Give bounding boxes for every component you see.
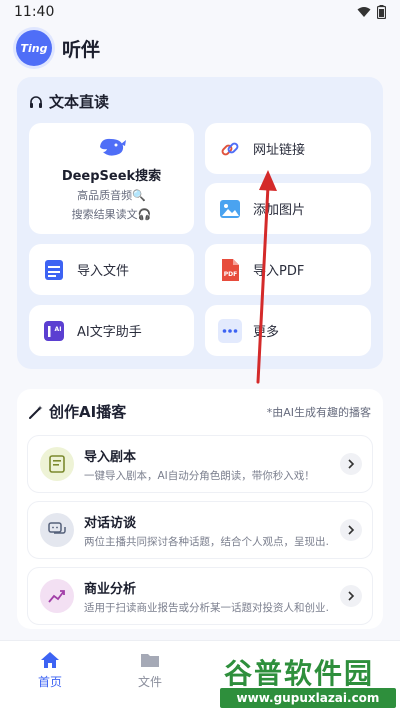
chevron-right-icon bbox=[340, 453, 362, 475]
nav-home[interactable]: 首页 bbox=[20, 651, 80, 690]
add-image-tile[interactable]: 添加图片 bbox=[205, 183, 371, 234]
wifi-icon bbox=[357, 7, 371, 17]
battery-icon bbox=[377, 5, 386, 19]
link-icon bbox=[217, 136, 243, 162]
section-title-reading: 文本直读 bbox=[29, 91, 109, 112]
dialogue-interview-desc: 两位主播共同探讨各种话题，结合个人观点，呈现出… bbox=[84, 535, 330, 548]
pdf-badge-text: PDF bbox=[224, 271, 237, 278]
import-script-item[interactable]: 导入剧本 一键导入剧本，AI自动分角色朗读，带你秒入戏！ bbox=[27, 435, 373, 493]
business-analysis-desc: 适用于扫读商业报告或分析某一话题对投资人和创业… bbox=[84, 601, 330, 614]
import-script-desc: 一键导入剧本，AI自动分角色朗读，带你秒入戏！ bbox=[84, 469, 315, 482]
ai-podcast-section: 创作AI播客 *由AI生成有趣的播客 导入剧本 一键导入剧本，AI自动分角色朗读… bbox=[17, 389, 383, 629]
folder-icon bbox=[141, 654, 159, 667]
ai-writer-label: AI文字助手 bbox=[77, 325, 142, 340]
deepseek-subtitle-1: 高品质音频🔍 bbox=[77, 189, 146, 202]
nav-files[interactable]: 文件 bbox=[120, 651, 180, 690]
script-icon bbox=[40, 447, 74, 481]
add-image-label: 添加图片 bbox=[253, 203, 306, 218]
watermark-brand: 谷普软件园 bbox=[224, 657, 375, 690]
magic-wand-icon bbox=[29, 405, 43, 419]
file-icon bbox=[41, 257, 67, 283]
more-tile[interactable]: 更多 bbox=[205, 305, 371, 356]
more-label: 更多 bbox=[253, 325, 280, 340]
ai-podcast-hint: *由AI生成有趣的播客 bbox=[266, 406, 371, 419]
watermark: 谷普软件园 www.gupuxlazai.com bbox=[220, 652, 400, 712]
dialogue-interview-item[interactable]: 对话访谈 两位主播共同探讨各种话题，结合个人观点，呈现出… bbox=[27, 501, 373, 559]
import-pdf-tile[interactable]: PDF 导入PDF bbox=[205, 244, 371, 295]
image-icon bbox=[217, 196, 243, 222]
import-file-label: 导入文件 bbox=[77, 264, 130, 279]
deepseek-title: DeepSeek搜索 bbox=[61, 169, 162, 184]
dialogue-interview-title: 对话访谈 bbox=[84, 515, 137, 531]
status-bar: 11:40 bbox=[0, 0, 400, 24]
headphones-icon bbox=[30, 95, 42, 108]
section-title-ai-podcast: 创作AI播客 bbox=[29, 401, 126, 422]
app-title: 听伴 bbox=[62, 38, 101, 61]
pdf-icon: PDF bbox=[217, 257, 243, 283]
more-dots-icon bbox=[217, 318, 243, 344]
section-title-ai-podcast-label: 创作AI播客 bbox=[49, 403, 127, 421]
trend-chart-icon bbox=[40, 579, 74, 613]
nav-home-label: 首页 bbox=[37, 675, 62, 689]
business-analysis-title: 商业分析 bbox=[84, 581, 137, 597]
deepseek-subtitle-2: 搜索结果读文🎧 bbox=[71, 208, 152, 221]
status-time: 11:40 bbox=[14, 4, 55, 20]
nav-files-label: 文件 bbox=[137, 675, 162, 689]
chevron-right-icon bbox=[340, 585, 362, 607]
ai-badge-text: AI bbox=[55, 326, 62, 333]
section-title-reading-label: 文本直读 bbox=[49, 93, 110, 111]
ai-writer-tile[interactable]: AI AI文字助手 bbox=[29, 305, 194, 356]
ai-writer-icon: AI bbox=[41, 318, 67, 344]
app-logo: Ting bbox=[16, 30, 52, 66]
url-link-tile[interactable]: 网址链接 bbox=[205, 123, 371, 174]
import-file-tile[interactable]: 导入文件 bbox=[29, 244, 194, 295]
deepseek-whale-icon bbox=[99, 138, 126, 156]
business-analysis-item[interactable]: 商业分析 适用于扫读商业报告或分析某一话题对投资人和创业… bbox=[27, 567, 373, 625]
app-header: Ting 听伴 bbox=[16, 28, 100, 68]
chat-bubbles-icon bbox=[40, 513, 74, 547]
text-reading-section: 文本直读 DeepSeek搜索 高品质音频🔍 搜索结果读文🎧 网址链接 添加图片… bbox=[17, 77, 383, 369]
home-icon bbox=[41, 652, 59, 668]
url-link-label: 网址链接 bbox=[253, 143, 306, 158]
chevron-right-icon bbox=[340, 519, 362, 541]
status-icons bbox=[357, 5, 386, 19]
watermark-url: www.gupuxlazai.com bbox=[220, 688, 396, 708]
import-pdf-label: 导入PDF bbox=[253, 264, 305, 279]
deepseek-search-tile[interactable]: DeepSeek搜索 高品质音频🔍 搜索结果读文🎧 bbox=[29, 123, 194, 234]
import-script-title: 导入剧本 bbox=[84, 449, 137, 465]
